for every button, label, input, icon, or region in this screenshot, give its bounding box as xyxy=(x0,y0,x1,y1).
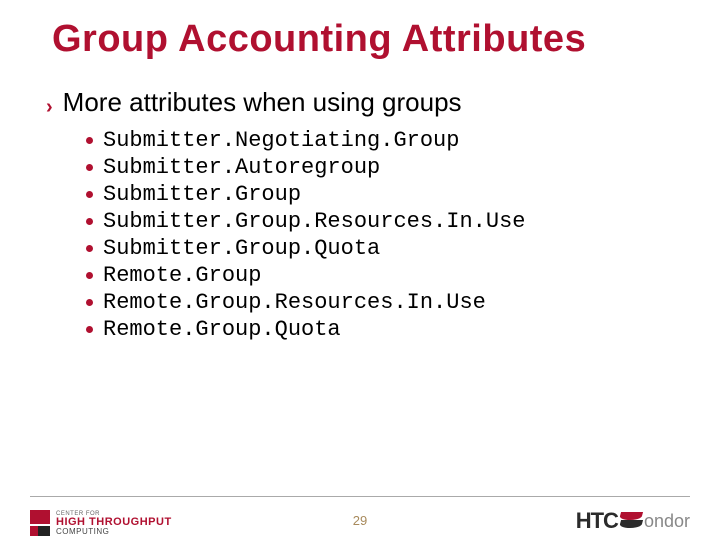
footer: 29 CENTER FOR HIGH THROUGHPUT COMPUTING … xyxy=(0,496,720,540)
attribute-text: Remote.Group xyxy=(103,263,261,288)
condor-wing-icon xyxy=(620,510,642,532)
logo-chtc-text: CENTER FOR HIGH THROUGHPUT COMPUTING xyxy=(56,511,172,536)
bullet-icon xyxy=(86,137,93,144)
footer-divider xyxy=(30,496,690,497)
logo-htcondor: HTC ondor xyxy=(576,508,690,534)
list-item: Submitter.Group xyxy=(86,182,720,207)
list-item: Submitter.Negotiating.Group xyxy=(86,128,720,153)
bullet-icon xyxy=(86,245,93,252)
bullet-icon xyxy=(86,164,93,171)
bullet-icon xyxy=(86,272,93,279)
attribute-text: Submitter.Group.Resources.In.Use xyxy=(103,209,525,234)
attribute-text: Submitter.Group.Quota xyxy=(103,236,380,261)
list-item: Remote.Group.Quota xyxy=(86,317,720,342)
bullet-icon xyxy=(86,299,93,306)
logo-chtc: CENTER FOR HIGH THROUGHPUT COMPUTING xyxy=(30,510,172,536)
list-item: Submitter.Autoregroup xyxy=(86,155,720,180)
logo-ondor-text: ondor xyxy=(644,511,690,532)
logo-chtc-mark-icon xyxy=(30,510,50,536)
chevron-icon: › xyxy=(46,97,53,117)
slide-title: Group Accounting Attributes xyxy=(0,0,720,61)
list-item: Remote.Group xyxy=(86,263,720,288)
attributes-list: Submitter.Negotiating.Group Submitter.Au… xyxy=(46,118,720,342)
logo-line-2: HIGH THROUGHPUT xyxy=(56,517,172,528)
slide: Group Accounting Attributes › More attri… xyxy=(0,0,720,540)
intro-text: More attributes when using groups xyxy=(63,87,462,118)
attribute-text: Remote.Group.Quota xyxy=(103,317,341,342)
bullet-icon xyxy=(86,326,93,333)
bullet-level-1: › More attributes when using groups xyxy=(46,87,720,118)
bullet-icon xyxy=(86,191,93,198)
list-item: Submitter.Group.Quota xyxy=(86,236,720,261)
attribute-text: Remote.Group.Resources.In.Use xyxy=(103,290,486,315)
list-item: Remote.Group.Resources.In.Use xyxy=(86,290,720,315)
attribute-text: Submitter.Autoregroup xyxy=(103,155,380,180)
bullet-icon xyxy=(86,218,93,225)
logo-line-3: COMPUTING xyxy=(56,528,172,536)
list-item: Submitter.Group.Resources.In.Use xyxy=(86,209,720,234)
attribute-text: Submitter.Group xyxy=(103,182,301,207)
attribute-text: Submitter.Negotiating.Group xyxy=(103,128,459,153)
logo-htc-text: HTC xyxy=(576,508,618,534)
slide-body: › More attributes when using groups Subm… xyxy=(0,61,720,342)
page-number: 29 xyxy=(353,513,367,528)
